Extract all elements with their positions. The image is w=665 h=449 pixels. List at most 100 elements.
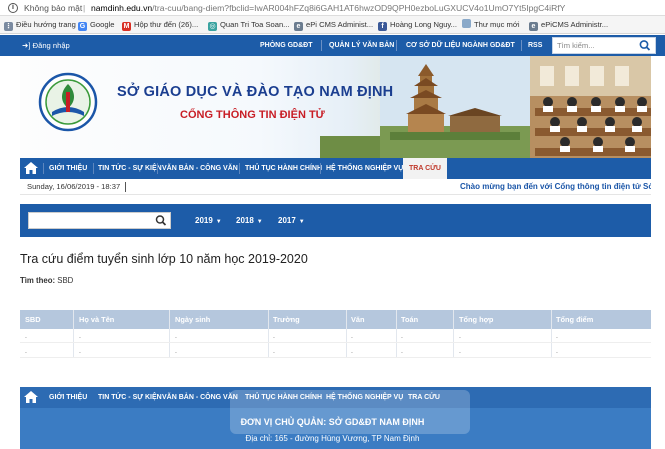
login-link[interactable]: ➜] Đăng nhập	[22, 35, 70, 56]
nav-tin-tuc[interactable]: TIN TỨC - SỰ KIỆN	[98, 158, 162, 179]
globe-icon: ◎	[208, 22, 217, 31]
url-path: /tra-cuu/bang-diem?fbclid=IwAR004hFZq8i6…	[152, 3, 566, 13]
epi-icon: e	[529, 22, 538, 31]
nav-thu-tuc[interactable]: THỦ TỤC HÀNH CHÍNH	[245, 158, 322, 179]
bookmark-item[interactable]: ⋮ Điều hướng trang	[4, 16, 76, 33]
table-cell: .	[175, 348, 177, 355]
column-header: Tổng điểm	[556, 315, 594, 324]
bookmark-label: ePiCMS Administr...	[541, 20, 609, 29]
bookmark-item[interactable]: M Hộp thư đến (26)...	[122, 16, 199, 33]
security-label: Không bảo mật	[24, 3, 83, 13]
current-date: Sunday, 16/06/2019 - 18:37	[27, 182, 121, 191]
address-separator: |	[83, 3, 86, 13]
google-icon: G	[78, 22, 87, 31]
url-text[interactable]: namdinh.edu.vn/tra-cuu/bang-diem?fbclid=…	[91, 0, 566, 15]
divider	[521, 40, 522, 51]
top-search-button[interactable]	[634, 37, 656, 54]
divider	[321, 40, 322, 51]
table-cell: .	[556, 348, 558, 355]
column-header: Tổng hợp	[459, 315, 494, 324]
table-cell: .	[556, 333, 558, 340]
bookmark-item[interactable]: f Hoàng Long Nguy...	[378, 16, 457, 33]
year-dropdown-2018[interactable]: 2018 ▼	[236, 212, 263, 229]
footer-nav-item[interactable]: VĂN BẢN - CÔNG VĂN	[162, 387, 238, 408]
address-bar[interactable]: i Không bảo mật | namdinh.edu.vn/tra-cuu…	[0, 0, 665, 16]
footer-address: Địa chỉ: 165 - đường Hùng Vương, TP Nam …	[245, 434, 420, 443]
login-label: Đăng nhập	[32, 41, 70, 50]
filter-caption: Tìm theo:	[20, 276, 56, 285]
logo[interactable]	[38, 72, 98, 132]
year-label: 2018	[236, 216, 254, 225]
table-cell: .	[401, 333, 403, 340]
filter-label: Tìm theo: SBD	[20, 276, 73, 285]
url-host: namdinh.edu.vn	[91, 3, 153, 13]
search-icon	[639, 40, 651, 51]
nav-van-ban[interactable]: VĂN BẢN - CÔNG VĂN	[162, 158, 238, 179]
divider	[157, 163, 158, 174]
bookmarks-bar: ⋮ Điều hướng trang G Google M Hộp thư đến (…	[0, 16, 665, 34]
table-cell: .	[79, 333, 81, 340]
bookmark-label: Hộp thư đến (26)...	[134, 20, 199, 29]
divider	[239, 163, 240, 174]
caret-down-icon: ▼	[298, 219, 305, 225]
divider	[43, 163, 44, 174]
top-link-phong-gddt[interactable]: PHÒNG GD&ĐT	[260, 35, 313, 56]
home-icon	[24, 162, 38, 174]
year-label: 2019	[195, 216, 213, 225]
table-cell: .	[175, 333, 177, 340]
watermark-icon	[230, 390, 470, 434]
table-cell: .	[351, 333, 353, 340]
bookmark-item[interactable]: G Google	[78, 16, 115, 33]
footer-nav-item[interactable]: GIỚI THIỆU	[49, 387, 87, 408]
score-search-input[interactable]	[28, 212, 171, 229]
column-header: Họ và Tên	[79, 315, 115, 324]
watermark-logo	[230, 380, 470, 440]
year-label: 2017	[278, 216, 296, 225]
score-search-button[interactable]	[154, 213, 168, 228]
bookmark-item[interactable]: Thư mục mới	[462, 16, 520, 33]
table-cell: .	[401, 348, 403, 355]
apps-icon: ⋮	[4, 22, 13, 31]
footer-nav-home[interactable]	[20, 387, 42, 408]
bookmark-label: Điều hướng trang	[16, 20, 76, 29]
bookmark-item[interactable]: e ePi CMS Administ...	[294, 16, 374, 33]
nav-tra-cuu[interactable]: TRA CỨU	[403, 158, 447, 179]
bookmark-label: Hoàng Long Nguy...	[390, 20, 457, 29]
top-link-rss[interactable]: RSS	[528, 35, 542, 56]
info-icon[interactable]: i	[8, 3, 18, 13]
bookmark-label: ePi CMS Administ...	[306, 20, 374, 29]
search-icon	[155, 215, 167, 226]
nav-gioi-thieu[interactable]: GIỚI THIỆU	[49, 158, 87, 179]
banner-subtitle: CỔNG THÔNG TIN ĐIỆN TỬ	[180, 109, 325, 121]
table-cell: .	[459, 333, 461, 340]
table-cell: .	[79, 348, 81, 355]
table-cell: .	[25, 333, 27, 340]
filter-value: SBD	[57, 276, 74, 285]
bookmark-label: Quan Tri Toa Soan...	[220, 20, 290, 29]
year-dropdown-2017[interactable]: 2017 ▼	[278, 212, 305, 229]
bookmark-label: Google	[90, 20, 115, 29]
table-cell: .	[351, 348, 353, 355]
column-header: Toán	[401, 315, 419, 324]
banner-photo	[320, 56, 651, 158]
column-header: Trường	[273, 315, 300, 324]
caret-down-icon: ▼	[256, 219, 263, 225]
bookmark-item[interactable]: ◎ Quan Tri Toa Soan...	[208, 16, 290, 33]
top-link-quan-ly-van-ban[interactable]: QUẢN LÝ VĂN BẢN	[329, 35, 394, 56]
divider	[125, 182, 126, 192]
nav-home[interactable]	[20, 158, 42, 179]
welcome-marquee: Chào mừng bạn đến với Cổng thông tin điệ…	[460, 182, 651, 191]
table-cell: .	[25, 348, 27, 355]
page-title: Tra cứu điểm tuyển sinh lớp 10 năm học 2…	[20, 252, 308, 266]
top-link-co-so-du-lieu[interactable]: CƠ SỞ DỮ LIỆU NGÀNH GD&ĐT	[406, 35, 515, 56]
table-cell: .	[273, 348, 275, 355]
column-header: SBD	[25, 315, 41, 324]
year-dropdown-2019[interactable]: 2019 ▼	[195, 212, 222, 229]
bookmark-label: Thư mục mới	[474, 20, 520, 29]
facebook-icon: f	[378, 22, 387, 31]
bookmark-item[interactable]: e ePiCMS Administr...	[529, 16, 609, 33]
nav-he-thong[interactable]: HỆ THỐNG NGHIỆP VỤ	[326, 158, 403, 179]
folder-icon	[462, 19, 471, 28]
footer-nav-item[interactable]: TIN TỨC - SỰ KIỆN	[98, 387, 162, 408]
epi-icon: e	[294, 22, 303, 31]
